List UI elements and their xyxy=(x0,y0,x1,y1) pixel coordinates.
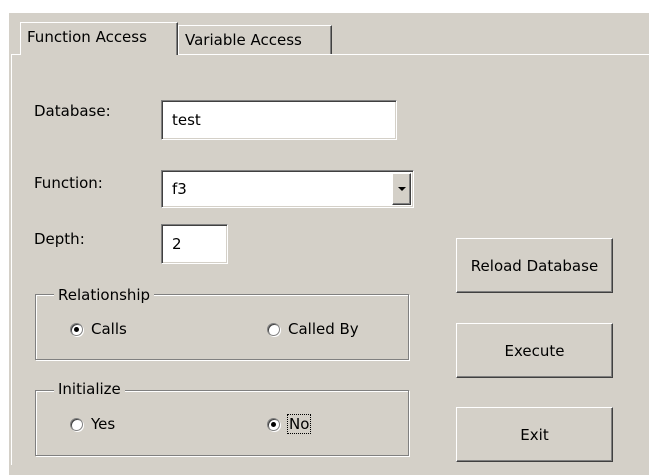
button-label: Reload Database xyxy=(470,256,599,275)
tab-function-access[interactable]: Function Access xyxy=(20,22,178,55)
tab-label: Function Access xyxy=(27,28,147,46)
radio-unselected-icon xyxy=(70,417,83,431)
tab-label: Variable Access xyxy=(185,31,302,49)
function-dropdown[interactable]: f3 xyxy=(161,170,414,208)
radio-no[interactable]: No xyxy=(267,414,312,434)
radio-selected-icon xyxy=(70,322,83,336)
radio-selected-icon xyxy=(267,417,280,431)
function-value: f3 xyxy=(172,180,187,198)
radio-label: No xyxy=(286,414,312,434)
database-value: test xyxy=(172,111,201,129)
button-label: Execute xyxy=(504,341,565,360)
relationship-title: Relationship xyxy=(54,286,155,304)
initialize-title: Initialize xyxy=(54,380,125,398)
radio-called-by[interactable]: Called By xyxy=(267,320,359,338)
radio-label: Calls xyxy=(91,320,127,338)
depth-label: Depth: xyxy=(34,230,85,248)
radio-label: Called By xyxy=(288,320,359,338)
depth-field[interactable]: 2 xyxy=(161,224,228,264)
depth-value: 2 xyxy=(172,235,182,253)
exit-button[interactable]: Exit xyxy=(456,407,613,462)
tab-variable-access[interactable]: Variable Access xyxy=(178,25,332,54)
radio-yes[interactable]: Yes xyxy=(70,415,115,433)
database-field[interactable]: test xyxy=(161,100,397,140)
reload-database-button[interactable]: Reload Database xyxy=(456,238,613,293)
button-label: Exit xyxy=(520,425,549,444)
chevron-down-icon xyxy=(397,187,406,191)
radio-label: Yes xyxy=(91,415,116,433)
radio-calls[interactable]: Calls xyxy=(70,320,127,338)
database-label: Database: xyxy=(34,102,111,120)
radio-unselected-icon xyxy=(267,322,280,336)
function-label: Function: xyxy=(34,174,103,192)
execute-button[interactable]: Execute xyxy=(456,323,613,378)
dropdown-button[interactable] xyxy=(392,173,411,205)
